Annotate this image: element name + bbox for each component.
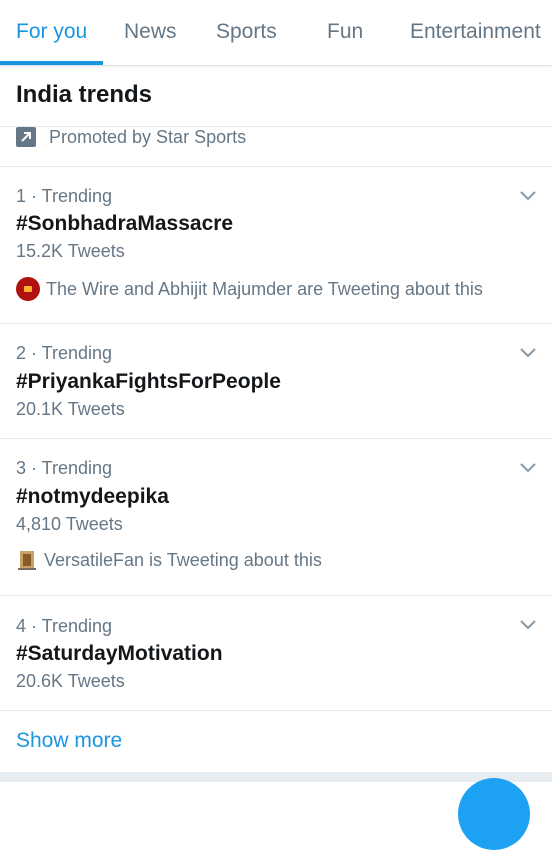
- trend-name: #PriyankaFightsForPeople: [16, 370, 281, 393]
- door-avatar-icon: [16, 549, 38, 571]
- trend-count: 20.6K Tweets: [16, 671, 125, 691]
- divider: [0, 438, 552, 439]
- trend-name: #SonbhadraMassacre: [16, 212, 234, 235]
- red-avatar-icon: [16, 277, 40, 301]
- promoted-label: Promoted by Star Sports: [49, 126, 247, 147]
- tab-entertainment[interactable]: Entertainment: [410, 20, 541, 44]
- trend-rank: 4 · Trending: [16, 616, 113, 636]
- trend-rank: 2 · Trending: [16, 343, 113, 363]
- trend-count: 4,810 Tweets: [16, 514, 123, 534]
- trend-context: The Wire and Abhijit Majumder are Tweeti…: [16, 277, 483, 301]
- chevron-down-icon[interactable]: [520, 347, 536, 359]
- active-tab-indicator: [0, 61, 103, 65]
- chevron-down-icon[interactable]: [520, 619, 536, 631]
- chevron-down-icon[interactable]: [520, 462, 536, 474]
- trend-rank: 1 · Trending: [16, 186, 113, 206]
- trend-name: #notmydeepika: [16, 485, 169, 508]
- chevron-down-icon[interactable]: [520, 190, 536, 202]
- divider: [0, 166, 552, 167]
- trend-count: 20.1K Tweets: [16, 399, 125, 419]
- tab-news[interactable]: News: [124, 20, 177, 44]
- promoted-row[interactable]: Promoted by Star Sports: [16, 124, 246, 150]
- trend-name: #SaturdayMotivation: [16, 642, 223, 665]
- tab-for-you[interactable]: For you: [16, 20, 87, 44]
- compose-button[interactable]: [458, 778, 530, 850]
- top-tab-bar: For you News Sports Fun Entertainment: [0, 0, 552, 66]
- divider: [0, 710, 552, 711]
- trend-context: VersatileFan is Tweeting about this: [16, 549, 322, 571]
- arrow-up-right-icon: [16, 127, 36, 147]
- tab-fun[interactable]: Fun: [327, 20, 363, 44]
- section-title: India trends: [16, 81, 153, 108]
- trend-count: 15.2K Tweets: [16, 241, 125, 261]
- tab-sports[interactable]: Sports: [216, 20, 277, 44]
- show-more-link[interactable]: Show more: [16, 729, 122, 753]
- divider: [0, 595, 552, 596]
- trend-rank: 3 · Trending: [16, 458, 113, 478]
- divider: [0, 323, 552, 324]
